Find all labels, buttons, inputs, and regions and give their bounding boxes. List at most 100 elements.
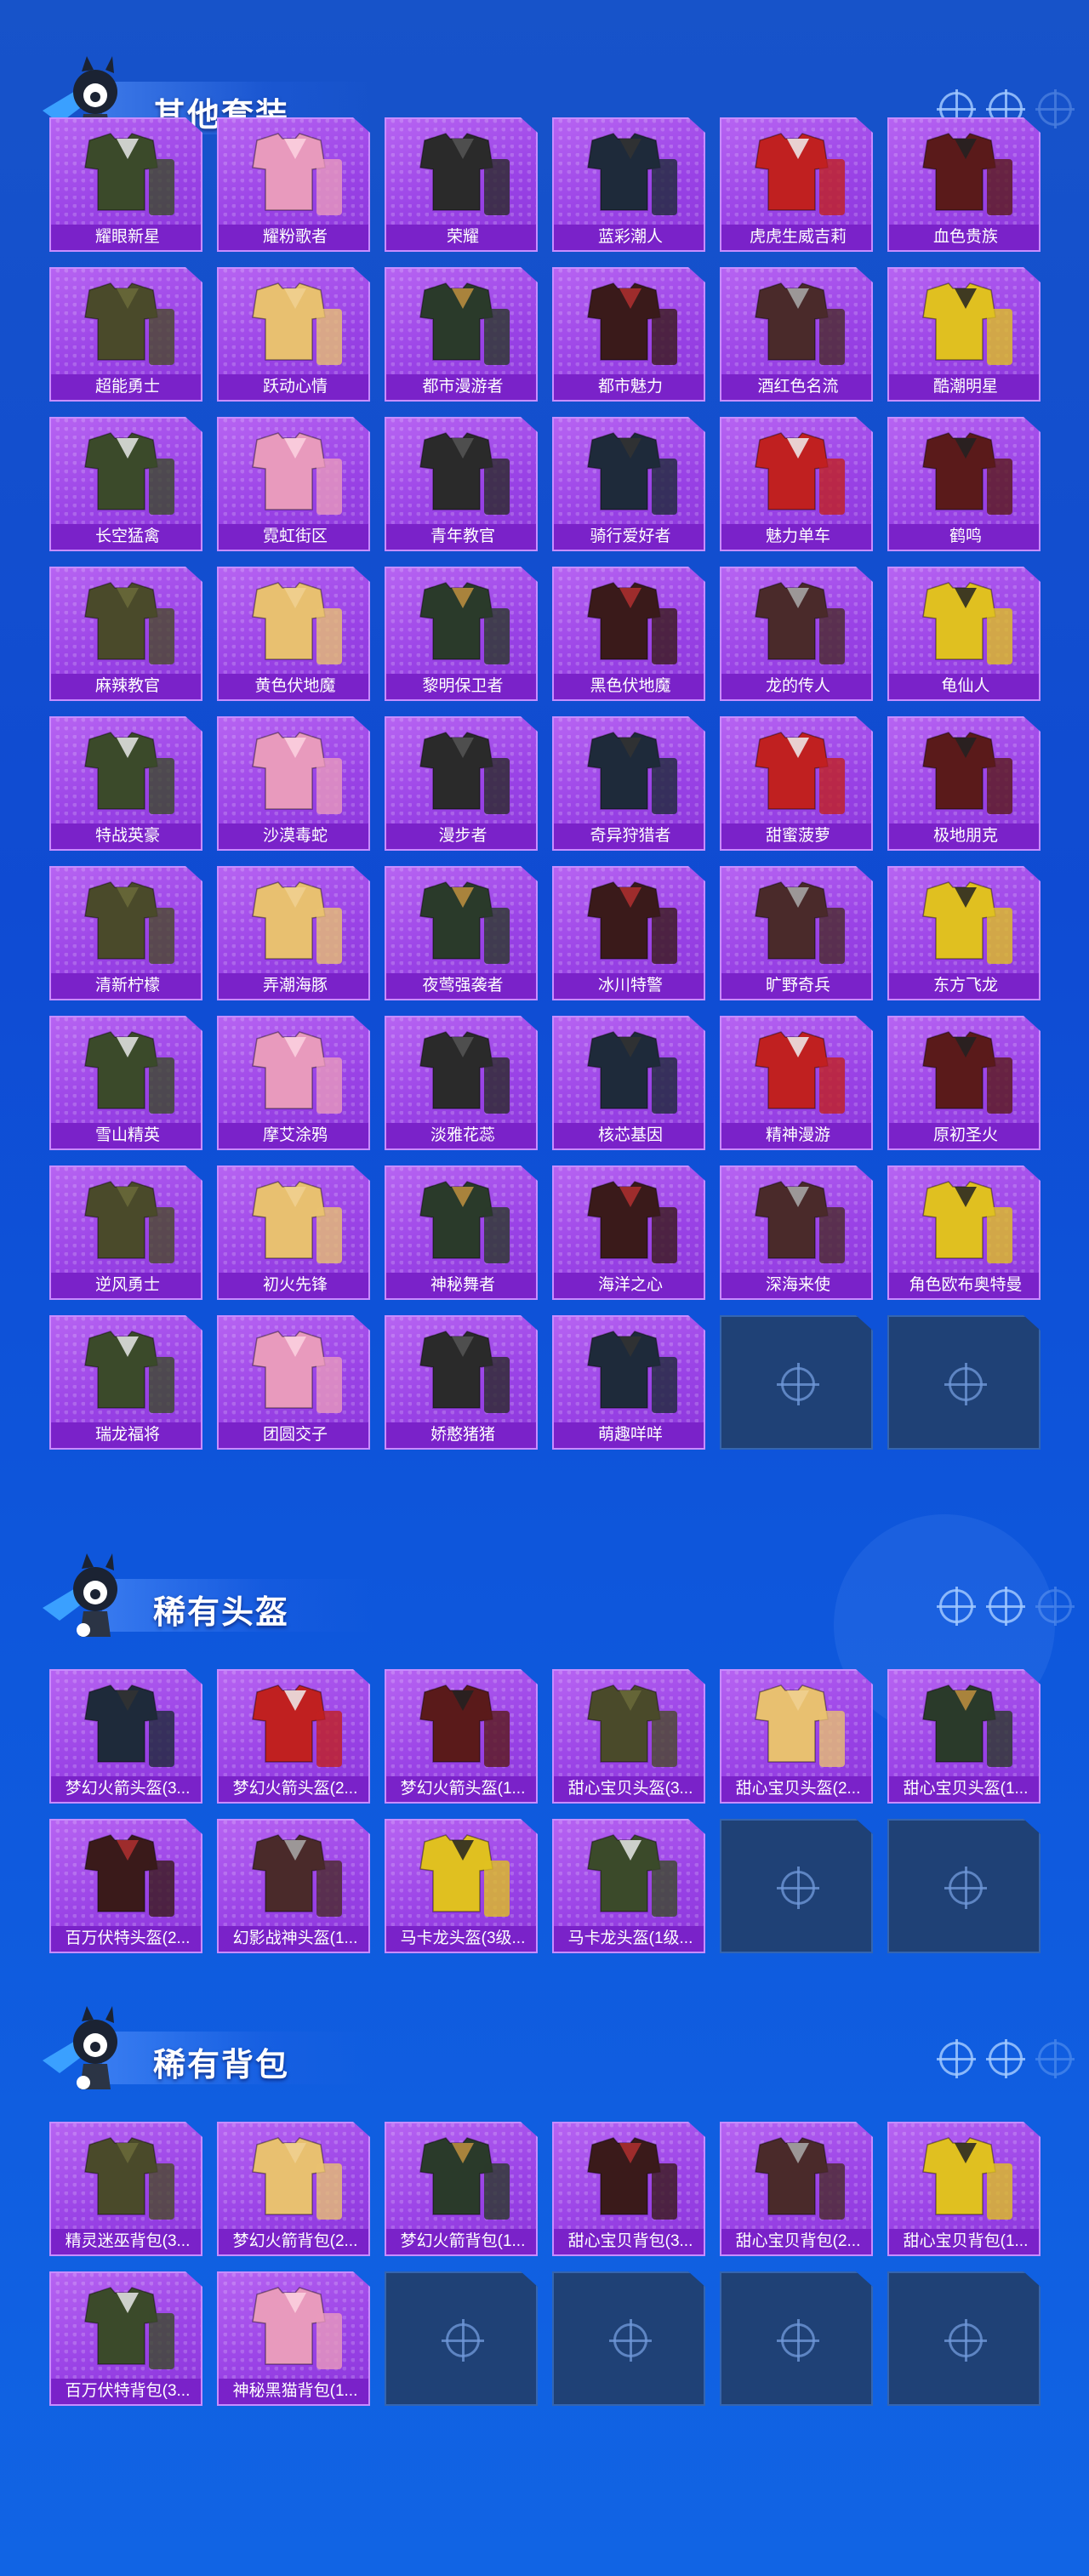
item-image (51, 419, 201, 526)
item-card[interactable]: 虎虎生威吉莉 (720, 117, 873, 252)
item-card[interactable]: 甜心宝贝背包(3... (552, 2122, 705, 2256)
item-label: 百万伏特背包(3... (51, 2379, 201, 2404)
item-card[interactable]: 精灵迷巫背包(3... (49, 2122, 202, 2256)
item-card[interactable]: 骑行爱好者 (552, 417, 705, 551)
item-card[interactable]: 血色贵族 (887, 117, 1041, 252)
item-card[interactable]: 清新柠檬 (49, 866, 202, 1000)
item-label: 霓虹街区 (219, 524, 368, 550)
item-card[interactable]: 甜心宝贝头盔(1... (887, 1669, 1041, 1804)
item-card[interactable]: 精神漫游 (720, 1016, 873, 1150)
item-card[interactable]: 黄色伏地魔 (217, 567, 370, 701)
item-card[interactable]: 都市魅力 (552, 267, 705, 402)
item-label: 酒红色名流 (721, 374, 871, 400)
item-image (554, 568, 704, 675)
item-image (721, 119, 871, 226)
item-card[interactable]: 魅力单车 (720, 417, 873, 551)
item-card[interactable]: 梦幻火箭头盔(2... (217, 1669, 370, 1804)
item-image (51, 2123, 201, 2231)
item-card[interactable]: 梦幻火箭头盔(1... (385, 1669, 538, 1804)
item-card[interactable]: 百万伏特背包(3... (49, 2271, 202, 2406)
item-label: 甜蜜菠萝 (721, 824, 871, 849)
item-card[interactable]: 荣耀 (385, 117, 538, 252)
item-card[interactable]: 萌趣咩咩 (552, 1315, 705, 1450)
item-card[interactable]: 团圆交子 (217, 1315, 370, 1450)
item-label: 东方飞龙 (889, 973, 1039, 999)
item-card[interactable]: 淡雅花蕊 (385, 1016, 538, 1150)
item-card[interactable]: 雪山精英 (49, 1016, 202, 1150)
crosshair-icon (777, 1866, 819, 1909)
item-card[interactable]: 梦幻火箭头盔(3... (49, 1669, 202, 1804)
item-label: 长空猛禽 (51, 524, 201, 550)
item-image (51, 1821, 201, 1928)
item-card[interactable]: 角色欧布奥特曼 (887, 1165, 1041, 1300)
item-card[interactable]: 龙的传人 (720, 567, 873, 701)
item-card[interactable]: 旷野奇兵 (720, 866, 873, 1000)
item-card[interactable]: 娇憨猪猪 (385, 1315, 538, 1450)
item-image (721, 2123, 871, 2231)
item-label: 核芯基因 (554, 1123, 704, 1148)
item-card[interactable]: 深海来使 (720, 1165, 873, 1300)
item-card[interactable]: 海洋之心 (552, 1165, 705, 1300)
item-label: 萌趣咩咩 (554, 1422, 704, 1448)
item-card[interactable]: 麻辣教官 (49, 567, 202, 701)
item-card[interactable]: 鹤鸣 (887, 417, 1041, 551)
item-card[interactable]: 神秘舞者 (385, 1165, 538, 1300)
item-card[interactable]: 跃动心情 (217, 267, 370, 402)
item-label: 原初圣火 (889, 1123, 1039, 1148)
item-card[interactable]: 耀眼新星 (49, 117, 202, 252)
item-image (554, 2123, 704, 2231)
item-card[interactable]: 青年教官 (385, 417, 538, 551)
item-label: 清新柠檬 (51, 973, 201, 999)
item-card[interactable]: 沙漠毒蛇 (217, 716, 370, 851)
item-label: 雪山精英 (51, 1123, 201, 1148)
item-card[interactable]: 幻影战神头盔(1... (217, 1819, 370, 1953)
item-card[interactable]: 东方飞龙 (887, 866, 1041, 1000)
item-card[interactable]: 摩艾涂鸦 (217, 1016, 370, 1150)
item-grid: 梦幻火箭头盔(3... 梦幻火箭头盔(2... 梦幻火箭头盔(1... 甜心宝贝… (49, 1669, 1041, 1953)
item-label: 荣耀 (386, 225, 536, 250)
item-card[interactable]: 核芯基因 (552, 1016, 705, 1150)
item-card[interactable]: 夜莺强袭者 (385, 866, 538, 1000)
item-card[interactable]: 冰川特警 (552, 866, 705, 1000)
item-label: 百万伏特头盔(2... (51, 1926, 201, 1952)
item-card[interactable]: 黎明保卫者 (385, 567, 538, 701)
item-card[interactable]: 长空猛禽 (49, 417, 202, 551)
item-label: 娇憨猪猪 (386, 1422, 536, 1448)
item-card[interactable]: 都市漫游者 (385, 267, 538, 402)
item-card[interactable]: 甜心宝贝背包(2... (720, 2122, 873, 2256)
item-card[interactable]: 龟仙人 (887, 567, 1041, 701)
item-card[interactable]: 极地朋克 (887, 716, 1041, 851)
item-card[interactable]: 弄潮海豚 (217, 866, 370, 1000)
item-card[interactable]: 瑞龙福将 (49, 1315, 202, 1450)
item-card[interactable]: 原初圣火 (887, 1016, 1041, 1150)
item-grid: 耀眼新星 耀粉歌者 荣耀 蓝彩潮人 虎虎生威吉莉 血色贵族 超能勇士 跃动心情 … (49, 117, 1041, 1450)
item-card[interactable]: 甜蜜菠萝 (720, 716, 873, 851)
item-card[interactable]: 特战英豪 (49, 716, 202, 851)
item-card[interactable]: 梦幻火箭背包(2... (217, 2122, 370, 2256)
item-label: 甜心宝贝背包(1... (889, 2229, 1039, 2254)
item-label: 甜心宝贝头盔(1... (889, 1776, 1039, 1802)
item-card[interactable]: 甜心宝贝背包(1... (887, 2122, 1041, 2256)
item-card[interactable]: 漫步者 (385, 716, 538, 851)
item-card[interactable]: 超能勇士 (49, 267, 202, 402)
item-card[interactable]: 酒红色名流 (720, 267, 873, 402)
item-card[interactable]: 耀粉歌者 (217, 117, 370, 252)
item-label: 沙漠毒蛇 (219, 824, 368, 849)
item-label: 角色欧布奥特曼 (889, 1273, 1039, 1298)
item-card[interactable]: 霓虹街区 (217, 417, 370, 551)
item-card[interactable]: 神秘黑猫背包(1... (217, 2271, 370, 2406)
item-card[interactable]: 奇异狩猎者 (552, 716, 705, 851)
item-card[interactable]: 马卡龙头盔(1级... (552, 1819, 705, 1953)
item-card[interactable]: 百万伏特头盔(2... (49, 1819, 202, 1953)
item-card[interactable]: 马卡龙头盔(3级... (385, 1819, 538, 1953)
item-card[interactable]: 逆风勇士 (49, 1165, 202, 1300)
item-card[interactable]: 蓝彩潮人 (552, 117, 705, 252)
item-image (219, 868, 368, 975)
item-card[interactable]: 初火先锋 (217, 1165, 370, 1300)
item-card[interactable]: 黑色伏地魔 (552, 567, 705, 701)
item-card[interactable]: 酷潮明星 (887, 267, 1041, 402)
item-card[interactable]: 甜心宝贝头盔(3... (552, 1669, 705, 1804)
item-card[interactable]: 甜心宝贝头盔(2... (720, 1669, 873, 1804)
item-image (51, 2273, 201, 2380)
item-card[interactable]: 梦幻火箭背包(1... (385, 2122, 538, 2256)
